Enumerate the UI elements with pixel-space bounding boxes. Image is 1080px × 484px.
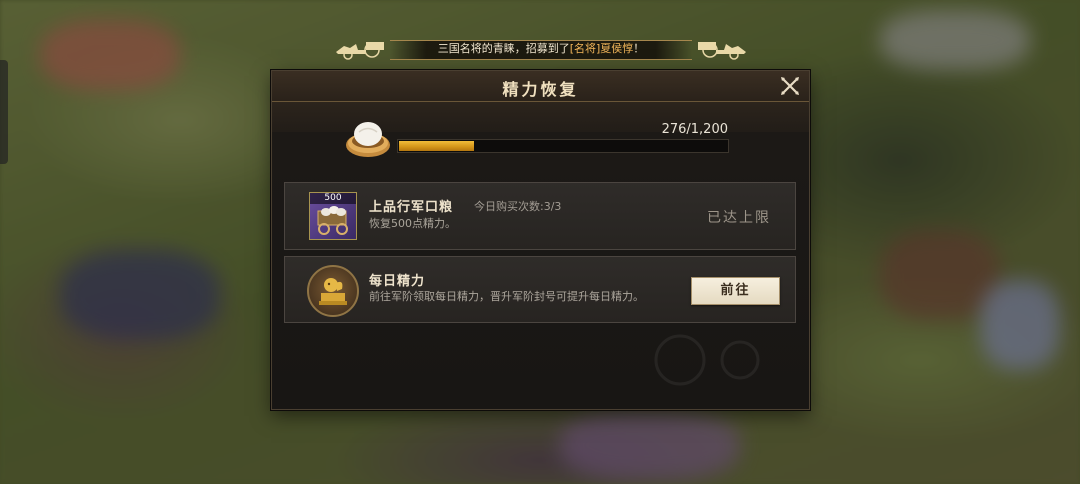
banner-highlight: [名将]夏侯惇 xyxy=(569,42,634,55)
close-x-icon xyxy=(781,77,799,95)
ration-cart-icon: 500 xyxy=(309,192,357,240)
banner-text: 三国名将的青睐，招募到了[名将]夏侯惇！ xyxy=(390,41,692,57)
energy-value: 276/1,200 xyxy=(661,122,728,137)
chariot-icon xyxy=(336,42,384,60)
steamed-bun-icon xyxy=(346,122,390,157)
golden-lion-graphic xyxy=(319,278,347,305)
purchase-count: 今日购买次数:3/3 xyxy=(474,200,562,213)
decorative-pattern xyxy=(654,334,760,386)
close-button[interactable] xyxy=(780,76,800,96)
go-button[interactable]: 前往 xyxy=(691,277,780,305)
energy-progress-fill xyxy=(399,141,474,151)
announcement-banner: 三国名将的青睐，招募到了[名将]夏侯惇！ xyxy=(334,38,748,60)
item-quantity-badge: 500 xyxy=(310,193,356,204)
banner-text-prefix: 三国名将的青睐，招募到了 xyxy=(437,42,570,55)
side-drawer-handle[interactable] xyxy=(0,60,8,164)
banner-text-suffix: ！ xyxy=(633,42,645,55)
item-row-ration: 500 上品行军口粮 今日购买次数:3/3 恢复500点精力。 已达上限 xyxy=(284,182,796,250)
item-description: 前往军阶领取每日精力，晋升军阶封号可提升每日精力。 xyxy=(369,290,644,303)
item-name: 上品行军口粮 xyxy=(369,200,454,215)
golden-lion-icon xyxy=(307,265,359,317)
dialog-title: 精力恢复 xyxy=(502,80,579,99)
item-description: 恢复500点精力。 xyxy=(369,217,456,230)
limit-reached-label: 已达上限 xyxy=(707,210,771,226)
item-name: 每日精力 xyxy=(369,274,426,289)
energy-progress-bar xyxy=(397,139,729,153)
chariot-icon xyxy=(698,42,746,60)
dialog-header: 精力恢复 xyxy=(272,71,809,102)
item-row-daily-energy: 每日精力 前往军阶领取每日精力，晋升军阶封号可提升每日精力。 前往 xyxy=(284,256,796,323)
